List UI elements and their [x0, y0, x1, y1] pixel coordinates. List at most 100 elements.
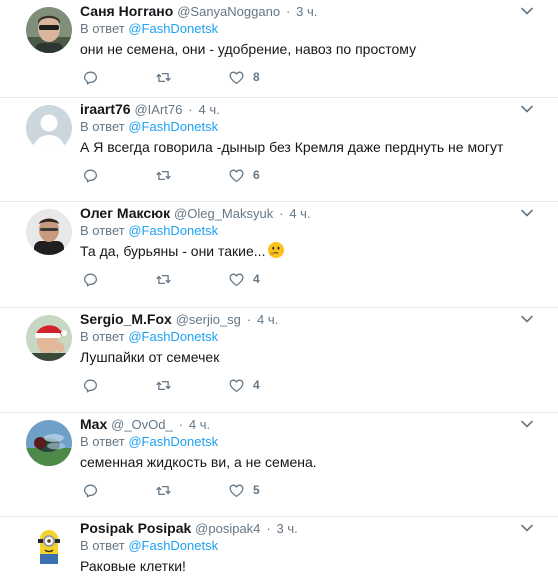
user-handle[interactable]: @Oleg_Maksyuk: [174, 206, 273, 221]
retweet-button[interactable]: [155, 482, 228, 499]
chevron-down-icon[interactable]: [520, 4, 534, 18]
tweet-text: Раковые клетки!: [80, 556, 546, 578]
display-name[interactable]: Max: [80, 416, 107, 432]
reply-tweet[interactable]: Posipak Posipak @posipak4 · 3 ч. В ответ…: [0, 517, 558, 586]
display-name[interactable]: Sergio_M.Fox: [80, 311, 172, 327]
heart-icon: [229, 379, 244, 392]
reply-to-link[interactable]: @FashDonetsk: [128, 223, 218, 238]
like-count: 4: [253, 378, 260, 392]
retweet-button[interactable]: [155, 377, 228, 394]
retweet-button[interactable]: [155, 167, 228, 184]
tweet-header: Posipak Posipak @posipak4 · 3 ч.: [80, 517, 546, 537]
santa-hat-thumbs-up-avatar[interactable]: [26, 315, 72, 361]
user-handle[interactable]: @SanyaNoggano: [177, 4, 280, 19]
thinking-face-emoji: [267, 241, 285, 264]
replies-feed: Саня Ногrано @SanyaNoggano · 3 ч. В отве…: [0, 0, 558, 586]
tweet-text-content: Лушпайки от семечек: [80, 349, 220, 365]
reply-tweet[interactable]: Max @_OvOd_ · 4 ч. В ответ @FashDonetsk …: [0, 413, 558, 517]
reply-prefix: В ответ: [80, 21, 125, 36]
retweet-icon: [156, 170, 171, 180]
separator-dot: ·: [246, 312, 252, 327]
like-button[interactable]: 4: [228, 377, 301, 394]
heart-icon: [229, 169, 244, 182]
reply-icon: [83, 71, 98, 85]
reply-context: В ответ @FashDonetsk: [80, 20, 546, 39]
separator-dot: ·: [266, 521, 271, 536]
reply-to-link[interactable]: @FashDonetsk: [128, 434, 218, 449]
retweet-icon: [156, 485, 171, 495]
like-count: 8: [253, 70, 260, 84]
reply-to-link[interactable]: @FashDonetsk: [128, 538, 218, 553]
tweet-text: А Я всегда говорила -дыныр без Кремля да…: [80, 137, 546, 159]
reply-context: В ответ @FashDonetsk: [80, 118, 546, 137]
reply-context: В ответ @FashDonetsk: [80, 222, 546, 241]
reply-context: В ответ @FashDonetsk: [80, 328, 546, 347]
display-name[interactable]: iraart76: [80, 101, 131, 117]
chevron-down-icon[interactable]: [520, 206, 534, 220]
tweet-text: Та да, бурьяны - они такие...: [80, 241, 546, 263]
user-handle[interactable]: @_OvOd_: [111, 417, 173, 432]
chevron-down-icon[interactable]: [520, 521, 534, 535]
tweet-text-content: А Я всегда говорила -дыныр без Кремля да…: [80, 139, 504, 155]
like-count: 4: [253, 272, 260, 286]
default-profile-avatar[interactable]: [26, 105, 72, 151]
heart-icon: [229, 484, 244, 497]
reply-prefix: В ответ: [80, 223, 125, 238]
tweet-header: iraart76 @IArt76 · 4 ч.: [80, 98, 546, 118]
reply-tweet[interactable]: Sergio_M.Fox @serjio_sg · 4 ч. В ответ @…: [0, 308, 558, 413]
reply-prefix: В ответ: [80, 329, 125, 344]
reply-to-link[interactable]: @FashDonetsk: [128, 119, 218, 134]
timestamp[interactable]: 4 ч.: [257, 312, 278, 327]
man-dark-avatar[interactable]: [26, 209, 72, 255]
timestamp[interactable]: 4 ч.: [189, 417, 210, 432]
timestamp[interactable]: 4 ч.: [199, 102, 220, 117]
chevron-down-icon[interactable]: [520, 312, 534, 326]
fly-macro-avatar[interactable]: [26, 420, 72, 466]
display-name[interactable]: Олег Максюк: [80, 205, 170, 221]
tweet-actions: 6: [80, 159, 546, 191]
like-button[interactable]: 5: [228, 482, 301, 499]
chevron-down-icon[interactable]: [520, 102, 534, 116]
reply-icon: [83, 484, 98, 498]
tweet-text: семенная жидкость ви, а не семена.: [80, 452, 546, 474]
display-name[interactable]: Саня Ногrано: [80, 3, 173, 19]
retweet-button[interactable]: [155, 69, 228, 86]
like-button[interactable]: 4: [228, 271, 301, 288]
timestamp[interactable]: 4 ч.: [289, 206, 310, 221]
like-count: 5: [253, 483, 260, 497]
tweet-text-content: Та да, бурьяны - они такие...: [80, 243, 266, 259]
reply-icon: [83, 169, 98, 183]
reply-button[interactable]: [82, 167, 155, 184]
user-handle[interactable]: @posipak4: [195, 521, 260, 536]
like-count: 6: [253, 168, 260, 182]
reply-tweet[interactable]: Саня Ногrано @SanyaNoggano · 3 ч. В отве…: [0, 0, 558, 98]
reply-button[interactable]: [82, 69, 155, 86]
user-handle[interactable]: @IArt76: [134, 102, 182, 117]
separator-dot: ·: [178, 417, 183, 432]
like-button[interactable]: 6: [228, 167, 301, 184]
man-sunglasses-avatar[interactable]: [26, 7, 72, 53]
tweet-text-content: Раковые клетки!: [80, 558, 186, 574]
reply-prefix: В ответ: [80, 434, 125, 449]
reply-to-link[interactable]: @FashDonetsk: [128, 21, 218, 36]
reply-to-link[interactable]: @FashDonetsk: [128, 329, 218, 344]
user-handle[interactable]: @serjio_sg: [176, 312, 241, 327]
reply-context: В ответ @FashDonetsk: [80, 537, 546, 556]
separator-dot: ·: [279, 206, 284, 221]
reply-tweet[interactable]: iraart76 @IArt76 · 4 ч. В ответ @FashDon…: [0, 98, 558, 202]
separator-dot: ·: [285, 4, 291, 19]
reply-button[interactable]: [82, 482, 155, 499]
chevron-down-icon[interactable]: [520, 417, 534, 431]
timestamp[interactable]: 3 ч.: [277, 521, 298, 536]
tweet-actions: 8: [80, 61, 546, 93]
like-button[interactable]: 8: [228, 69, 301, 86]
display-name[interactable]: Posipak Posipak: [80, 520, 191, 536]
reply-button[interactable]: [82, 377, 155, 394]
timestamp[interactable]: 3 ч.: [296, 4, 317, 19]
reply-button[interactable]: [82, 271, 155, 288]
tweet-text: они не семена, они - удобрение, навоз по…: [80, 39, 546, 61]
retweet-button[interactable]: [155, 271, 228, 288]
reply-tweet[interactable]: Олег Максюк @Oleg_Maksyuk · 4 ч. В ответ…: [0, 202, 558, 308]
minion-avatar[interactable]: [26, 524, 72, 570]
tweet-text-content: они не семена, они - удобрение, навоз по…: [80, 41, 417, 57]
